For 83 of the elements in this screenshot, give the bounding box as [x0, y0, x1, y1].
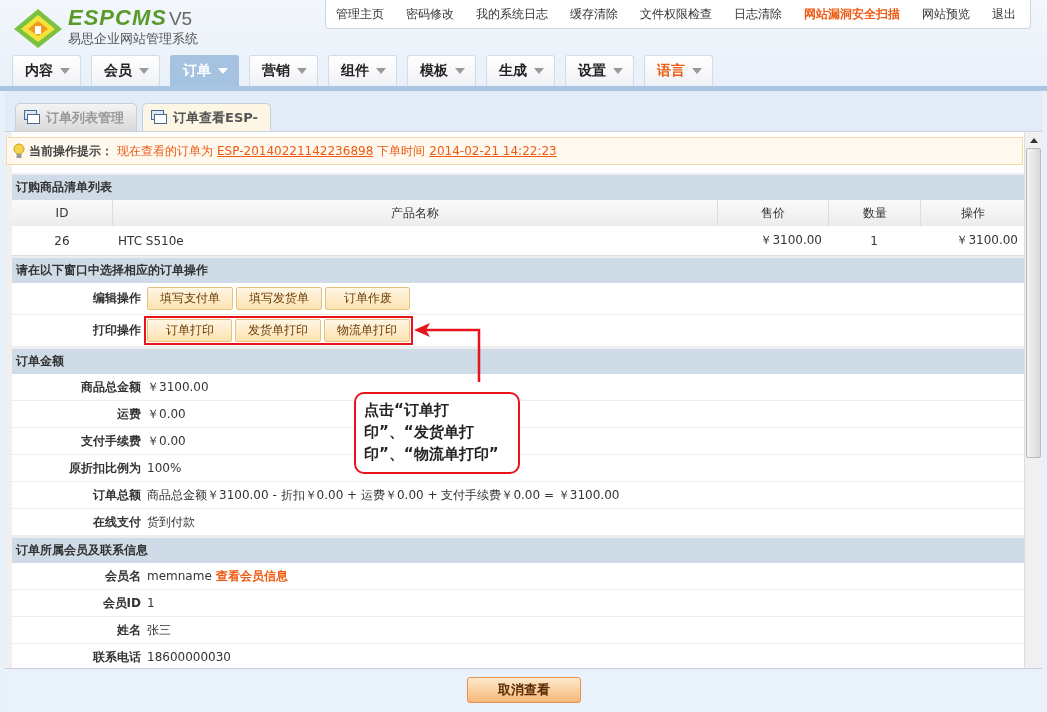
top-link[interactable]: 网站漏洞安全扫描: [804, 5, 900, 23]
order-action-button[interactable]: 订单作废: [325, 287, 410, 310]
section-header: 请在以下窗口中选择相应的订单操作: [12, 256, 1024, 283]
order-action-button[interactable]: 发货单打印: [235, 319, 321, 342]
monitor-icon: [151, 110, 167, 125]
top-link[interactable]: 文件权限检查: [640, 5, 712, 23]
hint-text: 现在查看的订单为: [117, 142, 213, 160]
table-cell-text: ￥3100.00: [955, 232, 1019, 249]
nav-tab[interactable]: 模板: [407, 55, 476, 86]
scroll-up-icon[interactable]: [1029, 138, 1038, 143]
field-value: ￥0.00: [147, 405, 186, 423]
field-label: 运费: [116, 405, 141, 423]
field-label: 会员名: [104, 567, 141, 585]
caret-icon: [613, 68, 623, 74]
caret-icon: [297, 68, 307, 74]
table-cell-text: ￥3100.00: [759, 232, 823, 249]
top-link[interactable]: 退出: [992, 5, 1016, 23]
top-link[interactable]: 网站预览: [922, 5, 970, 23]
field-value: 货到付款: [147, 513, 195, 531]
nav-tab[interactable]: 会员: [91, 55, 160, 86]
nav-tab[interactable]: 组件: [328, 55, 397, 86]
caret-icon: [534, 68, 544, 74]
order-action-button[interactable]: 物流单打印: [324, 319, 410, 342]
field-label: 支付手续费: [80, 432, 141, 450]
field-label: 在线支付: [92, 513, 141, 531]
field-value: memname: [147, 569, 212, 583]
field-label: 联系电话: [91, 648, 141, 666]
page-tab[interactable]: 订单查看ESP-: [142, 103, 271, 131]
logo-subtitle: 易思企业网站管理系统: [68, 30, 198, 48]
field-label: 姓名: [116, 621, 141, 639]
lightbulb-icon: [13, 143, 25, 159]
caret-icon: [139, 68, 149, 74]
caret-icon: [455, 68, 465, 74]
logo-icon: [12, 6, 64, 49]
field-label: 编辑操作: [92, 290, 141, 307]
table-cell-text: 1: [869, 232, 879, 250]
column-header: 售价: [717, 200, 828, 226]
field-value: 1: [147, 596, 155, 610]
nav-tab[interactable]: 内容: [12, 55, 81, 86]
order-action-button[interactable]: 订单打印: [147, 319, 232, 342]
field-value: 18600000030: [147, 650, 231, 664]
column-header: 产品名称: [112, 200, 717, 226]
field-value: ￥3100.00: [147, 378, 209, 396]
cancel-view-button[interactable]: 取消查看: [466, 677, 581, 703]
section-header: 订单所属会员及联系信息: [12, 536, 1024, 563]
section-header: 订购商品清单列表: [12, 173, 1024, 200]
top-link[interactable]: 密码修改: [406, 5, 454, 23]
caret-icon: [692, 68, 702, 74]
nav-tab[interactable]: 设置: [565, 55, 634, 86]
caret-icon: [218, 68, 228, 74]
field-label: 商品总金额: [80, 378, 141, 396]
caret-icon: [60, 68, 70, 74]
nav-tab[interactable]: 生成: [486, 55, 555, 86]
order-action-button[interactable]: 填写支付单: [147, 287, 233, 310]
caret-icon: [376, 68, 386, 74]
monitor-icon: [24, 110, 40, 125]
field-label: 打印操作: [92, 322, 141, 339]
hint-label: 当前操作提示：: [29, 142, 113, 160]
top-link[interactable]: 缓存清除: [570, 5, 618, 23]
field-value: ￥0.00: [147, 432, 186, 450]
nav-tab[interactable]: 营销: [249, 55, 318, 86]
top-link[interactable]: 我的系统日志: [476, 5, 548, 23]
logo-version: V5: [168, 8, 193, 30]
field-value: 张三: [147, 621, 171, 639]
field-label: 原折扣比例为: [68, 459, 141, 477]
scrollbar[interactable]: [1024, 132, 1042, 668]
field-label: 订单总额: [91, 486, 141, 504]
order-action-button[interactable]: 填写发货单: [236, 287, 322, 310]
callout-note: 点击“订单打印”、“发货单打印”、“物流单打印”: [354, 392, 520, 474]
table-cell-text: 26: [53, 232, 71, 250]
column-header: 数量: [828, 200, 920, 226]
field-label: 会员ID: [101, 594, 141, 612]
view-member-link[interactable]: 查看会员信息: [215, 567, 288, 585]
field-value: 商品总金额￥3100.00 - 折扣￥0.00 + 运费￥0.00 + 支付手续费￥0.00 = ￥3100.00: [147, 486, 620, 504]
hint-text: 下单时间: [377, 142, 426, 160]
scrollbar-thumb[interactable]: [1026, 148, 1041, 458]
table-cell-text: HTC S510e: [117, 232, 185, 250]
field-value: 100%: [147, 461, 182, 475]
logo-wordmark: ESPCMS: [68, 7, 167, 29]
top-link[interactable]: 日志清除: [734, 5, 782, 23]
column-header: ID: [54, 205, 70, 222]
section-header: 订单金额: [12, 347, 1024, 374]
top-link[interactable]: 管理主页: [336, 5, 384, 23]
